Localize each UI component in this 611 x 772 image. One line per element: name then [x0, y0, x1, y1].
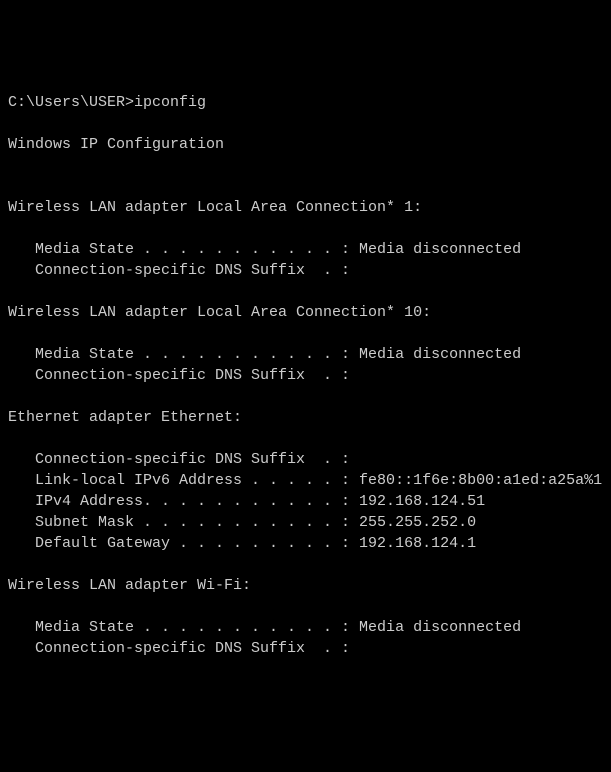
adapter-line: Subnet Mask . . . . . . . . . . . : 255.… — [8, 514, 476, 531]
adapter-line: Media State . . . . . . . . . . . : Medi… — [8, 241, 521, 258]
adapter-title: Wireless LAN adapter Local Area Connecti… — [8, 304, 431, 321]
terminal-output: C:\Users\USER>ipconfig Windows IP Config… — [8, 92, 603, 659]
adapter-line: Media State . . . . . . . . . . . : Medi… — [8, 619, 521, 636]
config-header: Windows IP Configuration — [8, 136, 224, 153]
adapter-line: Connection-specific DNS Suffix . : — [8, 451, 350, 468]
adapter-line: Link-local IPv6 Address . . . . . : fe80… — [8, 472, 603, 489]
adapter-line: Media State . . . . . . . . . . . : Medi… — [8, 346, 521, 363]
adapter-line: Default Gateway . . . . . . . . . : 192.… — [8, 535, 476, 552]
adapter-line: Connection-specific DNS Suffix . : — [8, 367, 350, 384]
prompt: C:\Users\USER> — [8, 94, 134, 111]
adapter-title: Wireless LAN adapter Local Area Connecti… — [8, 199, 422, 216]
adapter-title: Wireless LAN adapter Wi-Fi: — [8, 577, 251, 594]
adapter-line: Connection-specific DNS Suffix . : — [8, 262, 350, 279]
command: ipconfig — [134, 94, 206, 111]
adapter-line: Connection-specific DNS Suffix . : — [8, 640, 350, 657]
adapter-title: Ethernet adapter Ethernet: — [8, 409, 242, 426]
adapter-line: IPv4 Address. . . . . . . . . . . : 192.… — [8, 493, 485, 510]
